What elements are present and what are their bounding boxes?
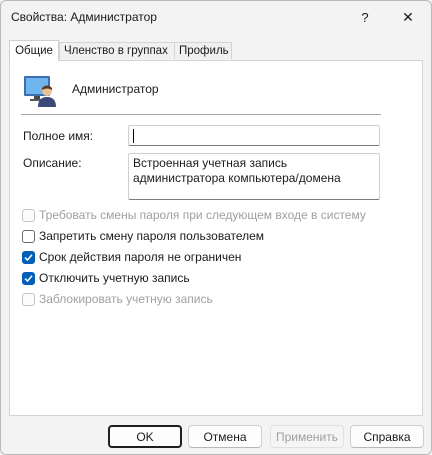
text-caret — [133, 129, 134, 143]
ok-button[interactable]: OK — [108, 425, 182, 448]
checkbox[interactable] — [22, 229, 35, 243]
tab-profile[interactable]: Профиль — [174, 42, 232, 59]
full-name-label: Полное имя: — [23, 129, 94, 143]
checkbox[interactable] — [22, 271, 35, 285]
checkbox-label: Отключить учетную запись — [39, 271, 190, 285]
checkbox-row-account-disabled[interactable]: Отключить учетную запись — [22, 270, 190, 286]
checkbox-label: Срок действия пароля не ограничен — [39, 250, 242, 264]
checkbox[interactable] — [22, 208, 35, 222]
window-title: Свойства: Администратор — [11, 10, 157, 24]
checkbox-label: Заблокировать учетную запись — [39, 292, 213, 306]
tab-general[interactable]: Общие — [9, 40, 59, 61]
tab-group-membership[interactable]: Членство в группах — [59, 42, 175, 59]
title-bar[interactable]: Свойства: Администратор ? ✕ — [1, 1, 431, 34]
checkbox[interactable] — [22, 250, 35, 264]
checkbox-row-account-locked[interactable]: Заблокировать учетную запись — [22, 291, 213, 307]
checkbox-row-password-never-expires[interactable]: Срок действия пароля не ограничен — [22, 249, 241, 265]
apply-button[interactable]: Применить — [270, 425, 344, 448]
checkbox[interactable] — [22, 292, 35, 306]
divider — [21, 114, 381, 115]
properties-dialog: Свойства: Администратор ? ✕ Общие Членст… — [0, 0, 432, 455]
checkbox-row-require-password-change[interactable]: Требовать смены пароля при следующем вхо… — [22, 207, 366, 223]
description-label: Описание: — [23, 156, 82, 170]
user-name: Администратор — [72, 82, 159, 96]
help-button[interactable]: Справка — [350, 425, 424, 448]
checkbox-label: Требовать смены пароля при следующем вхо… — [39, 208, 366, 222]
help-icon[interactable]: ? — [343, 3, 387, 31]
check-icon — [24, 274, 33, 282]
full-name-input[interactable] — [128, 125, 380, 146]
checkbox-label: Запретить смену пароля пользователем — [39, 229, 265, 243]
checkbox-row-prevent-password-change[interactable]: Запретить смену пароля пользователем — [22, 228, 264, 244]
user-account-icon — [24, 76, 56, 107]
cancel-button[interactable]: Отмена — [188, 425, 262, 448]
description-input[interactable]: Встроенная учетная запись администратора… — [128, 153, 380, 200]
check-icon — [24, 253, 33, 261]
close-icon[interactable]: ✕ — [386, 3, 430, 31]
